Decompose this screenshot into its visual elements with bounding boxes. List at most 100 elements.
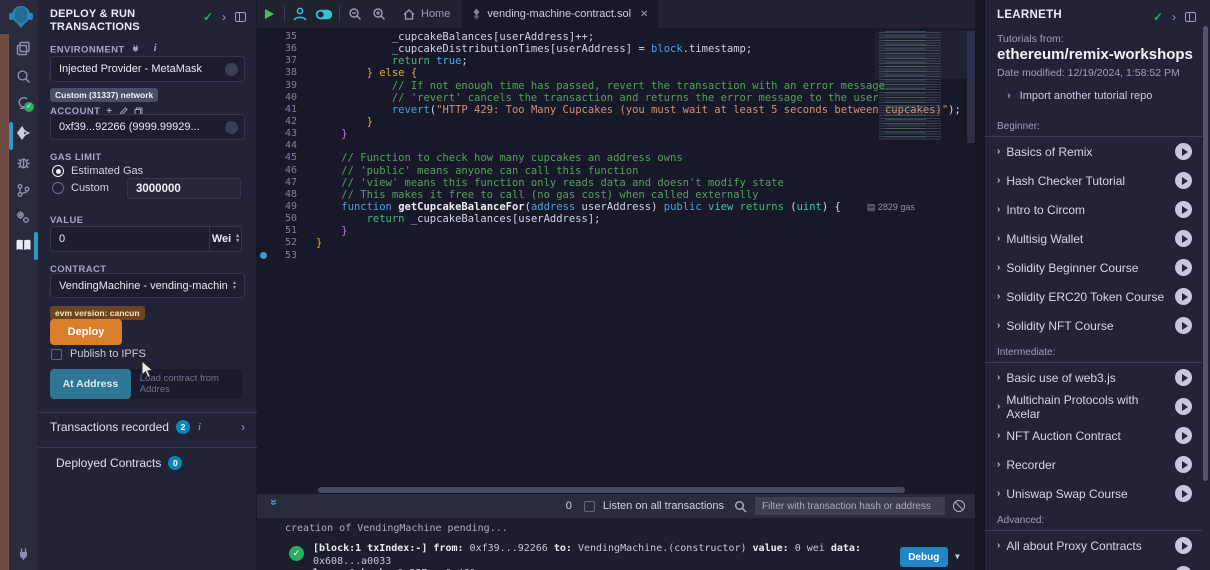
ai-assistant-icon[interactable] <box>288 0 312 28</box>
play-icon[interactable] <box>1175 398 1192 415</box>
gutter[interactable] <box>257 140 270 152</box>
play-icon[interactable] <box>1175 201 1192 218</box>
deploy-button[interactable]: Deploy <box>50 319 122 345</box>
gutter[interactable] <box>257 152 270 164</box>
gutter[interactable] <box>257 237 270 249</box>
gutter[interactable] <box>257 213 270 225</box>
custom-gas-input[interactable] <box>127 178 241 199</box>
debugger-icon[interactable] <box>13 152 33 172</box>
transactions-info-icon[interactable]: i <box>198 421 201 433</box>
play-icon[interactable] <box>1175 566 1192 570</box>
transactions-expand-icon[interactable]: › <box>241 420 245 434</box>
terminal-filter-input[interactable] <box>755 497 945 515</box>
gutter[interactable] <box>257 177 270 189</box>
play-icon[interactable] <box>1175 317 1192 334</box>
publish-ipfs-checkbox[interactable] <box>51 349 62 360</box>
tutorial-item[interactable]: ›Recorder <box>985 450 1202 479</box>
gutter[interactable] <box>257 165 270 177</box>
gutter[interactable] <box>257 31 270 43</box>
gutter[interactable] <box>257 104 270 116</box>
tx-expand-icon[interactable]: ▾ <box>954 549 961 563</box>
plugin-manager-icon[interactable] <box>13 543 33 563</box>
info-icon[interactable]: i <box>154 42 157 54</box>
gutter[interactable] <box>257 225 270 237</box>
search-icon[interactable] <box>13 66 33 86</box>
account-select[interactable]: 0xf39...92266 (9999.99929... <box>50 114 245 140</box>
tutorial-item[interactable]: ›Deploy with Libraries <box>985 560 1202 570</box>
debug-button[interactable]: Debug <box>900 547 948 567</box>
terminal-tx-entry[interactable]: ✓ [block:1 txIndex:-] from: 0xf39...9226… <box>257 543 975 570</box>
value-input[interactable] <box>51 233 209 245</box>
play-icon[interactable] <box>1175 485 1192 502</box>
contract-select[interactable]: VendingMachine - vending-machin ▴▾ <box>50 273 245 298</box>
gutter[interactable] <box>257 80 270 92</box>
editor-horizontal-scrollbar[interactable] <box>257 486 975 494</box>
tutorial-item[interactable]: ›Uniswap Swap Course <box>985 479 1202 508</box>
play-icon[interactable] <box>1175 456 1192 473</box>
learneth-book-icon[interactable] <box>13 235 33 255</box>
panel-chevron-icon[interactable]: › <box>222 10 226 24</box>
code-line[interactable]: 45 // Function to check how many cupcake… <box>257 152 975 164</box>
code-line[interactable]: 39 // If not enough time has passed, rev… <box>257 80 975 92</box>
gutter[interactable] <box>257 92 270 104</box>
at-address-button[interactable]: At Address <box>50 369 131 399</box>
code-editor[interactable]: 35 _cupcakeBalances[userAddress]++;36 _c… <box>257 28 975 486</box>
code-line[interactable]: 35 _cupcakeBalances[userAddress]++; <box>257 31 975 43</box>
tutorial-item[interactable]: ›Intro to Circom <box>985 195 1202 224</box>
code-line[interactable]: 44 <box>257 140 975 152</box>
tutorial-item[interactable]: ›Basics of Remix <box>985 137 1202 166</box>
gutter[interactable] <box>257 201 270 213</box>
editor-vertical-scrollbar[interactable] <box>967 31 975 143</box>
account-copy-icon[interactable] <box>225 121 238 134</box>
code-line[interactable]: 49 function getCupcakeBalanceFor(address… <box>257 201 975 213</box>
code-line[interactable]: 48 // This makes it free to call (no gas… <box>257 189 975 201</box>
code-line[interactable]: 36 _cupcakeDistributionTimes[userAddress… <box>257 43 975 55</box>
gutter[interactable] <box>257 43 270 55</box>
tutorial-item[interactable]: ›NFT Auction Contract <box>985 421 1202 450</box>
gutter[interactable] <box>257 67 270 79</box>
code-line[interactable]: 38 } else { <box>257 67 975 79</box>
deployed-contracts-row[interactable]: Deployed Contracts 0 <box>56 456 182 470</box>
code-line[interactable]: 37 return true; <box>257 55 975 67</box>
code-line[interactable]: 41 revert("HTTP 429: Too Many Cupcakes (… <box>257 104 975 116</box>
panel-layout-icon[interactable] <box>235 12 246 22</box>
code-line[interactable]: 53 <box>257 250 975 262</box>
play-icon[interactable] <box>1175 259 1192 276</box>
clear-terminal-icon[interactable] <box>953 500 965 512</box>
zoom-out-icon[interactable] <box>343 0 367 28</box>
play-icon[interactable] <box>1175 230 1192 247</box>
tutorial-item[interactable]: ›Multisig Wallet <box>985 224 1202 253</box>
remix-logo-icon[interactable] <box>7 3 35 31</box>
code-line[interactable]: 43 } <box>257 128 975 140</box>
code-line[interactable]: 50 return _cupcakeBalances[userAddress]; <box>257 213 975 225</box>
code-line[interactable]: 47 // 'view' means this function only re… <box>257 177 975 189</box>
learneth-scrollbar[interactable] <box>1203 26 1208 481</box>
play-icon[interactable] <box>1175 288 1192 305</box>
file-explorer-icon[interactable] <box>13 38 33 58</box>
tutorial-item[interactable]: ›Basic use of web3.js <box>985 363 1202 392</box>
breakpoint-icon[interactable] <box>257 250 270 262</box>
gutter[interactable] <box>257 189 270 201</box>
gutter[interactable] <box>257 128 270 140</box>
gutter[interactable] <box>257 116 270 128</box>
stepper-icon[interactable]: ▴▾ <box>236 234 239 244</box>
close-tab-icon[interactable]: ✕ <box>640 9 648 20</box>
play-icon[interactable] <box>1175 172 1192 189</box>
learneth-chevron-icon[interactable]: › <box>1172 10 1176 24</box>
zoom-in-icon[interactable] <box>367 0 391 28</box>
import-repo-link[interactable]: › Import another tutorial repo <box>1007 90 1152 102</box>
tutorial-item[interactable]: ›Solidity ERC20 Token Course <box>985 282 1202 311</box>
play-icon[interactable] <box>1175 537 1192 554</box>
env-copy-icon[interactable] <box>225 63 238 76</box>
code-line[interactable]: 46 // 'public' means anyone can call thi… <box>257 165 975 177</box>
environment-select[interactable]: Injected Provider - MetaMask <box>50 56 245 82</box>
code-line[interactable]: 52} <box>257 237 975 249</box>
git-branch-icon[interactable] <box>13 180 33 200</box>
play-icon[interactable] <box>1175 369 1192 386</box>
tab-home[interactable]: Home <box>391 0 462 28</box>
tutorial-item[interactable]: ›All about Proxy Contracts <box>985 531 1202 560</box>
tutorial-item[interactable]: ›Solidity Beginner Course <box>985 253 1202 282</box>
custom-gas-radio[interactable] <box>52 182 64 194</box>
deploy-run-icon[interactable] <box>13 123 33 143</box>
listen-all-checkbox[interactable] <box>584 501 595 512</box>
